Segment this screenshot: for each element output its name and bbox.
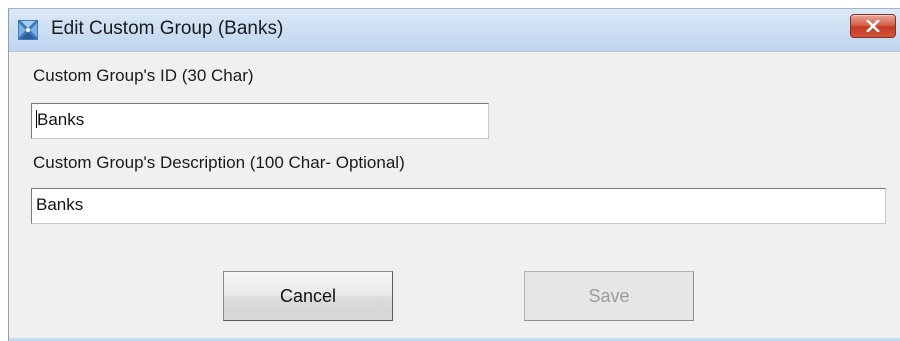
close-button[interactable] bbox=[850, 14, 896, 38]
id-field[interactable]: Banks bbox=[31, 103, 489, 139]
window-title: Edit Custom Group (Banks) bbox=[51, 18, 284, 39]
description-value: Banks bbox=[36, 195, 84, 214]
id-value: Banks bbox=[37, 110, 85, 129]
description-field[interactable]: Banks bbox=[31, 188, 886, 224]
cancel-button[interactable]: Cancel bbox=[223, 271, 393, 321]
id-label: Custom Group's ID (30 Char) bbox=[33, 66, 254, 85]
description-label: Custom Group's Description (100 Char- Op… bbox=[33, 153, 405, 172]
edit-custom-group-dialog: Edit Custom Group (Banks) Custom Group's… bbox=[8, 8, 900, 341]
close-icon bbox=[866, 20, 880, 32]
save-button[interactable]: Save bbox=[524, 271, 694, 321]
app-icon bbox=[17, 19, 39, 41]
title-bar[interactable]: Edit Custom Group (Banks) bbox=[9, 9, 900, 52]
